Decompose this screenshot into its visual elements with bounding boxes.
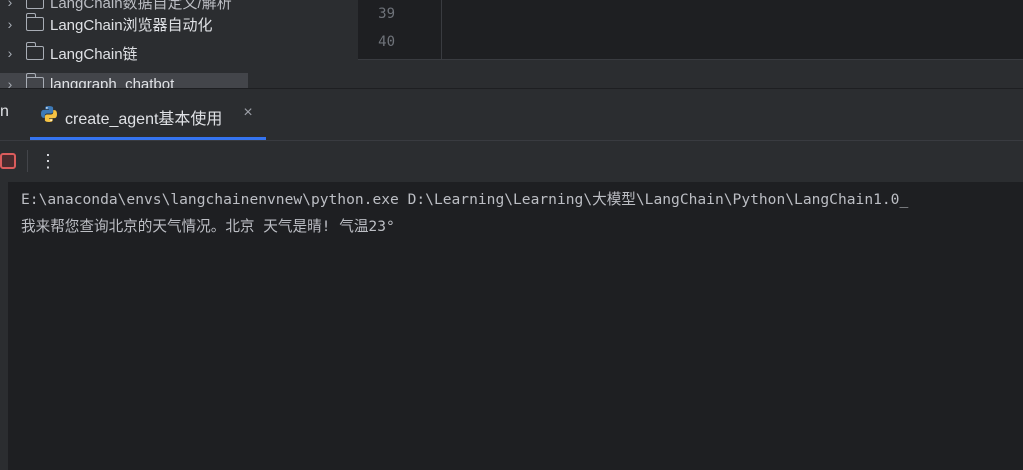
ide-window: › LangChain数据自定义/解析 › LangChain浏览器自动化 › …: [0, 0, 1023, 470]
folder-icon: [25, 73, 44, 88]
chevron-right-icon[interactable]: ›: [2, 45, 18, 61]
chevron-right-icon[interactable]: ›: [2, 16, 18, 32]
editor-status-strip: [358, 59, 1023, 88]
toolbar-divider: [27, 150, 28, 172]
top-area: › LangChain数据自定义/解析 › LangChain浏览器自动化 › …: [0, 0, 1023, 88]
code-editor[interactable]: 39 40: [358, 0, 1023, 60]
line-number: 40: [378, 34, 395, 50]
more-options-icon[interactable]: ⋮: [38, 148, 58, 174]
tab-previous-partial[interactable]: n: [0, 103, 9, 121]
console-gutter: [0, 182, 8, 470]
folder-icon: [25, 42, 44, 60]
tab-create-agent[interactable]: create_agent基本使用 ×: [30, 89, 266, 140]
stop-icon[interactable]: [0, 153, 16, 169]
tree-item-label: LangChain浏览器自动化: [50, 16, 213, 34]
chevron-right-icon[interactable]: ›: [2, 0, 18, 10]
tab-label: create_agent基本使用: [65, 111, 223, 128]
tree-item-browser-automation[interactable]: › LangChain浏览器自动化: [0, 10, 358, 38]
tree-item-langchain-chain[interactable]: › LangChain链: [0, 39, 358, 67]
folder-icon: [25, 13, 44, 31]
python-icon: [41, 106, 57, 122]
editor-gutter: 39 40: [358, 0, 442, 60]
close-icon[interactable]: ×: [240, 104, 256, 122]
tree-item-langgraph-chatbot[interactable]: › langgraph_chatbot: [0, 70, 358, 88]
console-line: E:\anaconda\envs\langchainenvnew\python.…: [21, 191, 909, 208]
run-tool-window-header: n create_agent基本使用 ×: [0, 88, 1023, 140]
line-number: 39: [378, 6, 395, 22]
console-line: 我来帮您查询北京的天气情况。北京 天气是晴! 气温23°: [21, 218, 395, 235]
folder-icon: [26, 0, 44, 9]
tree-item-label: langgraph_chatbot: [50, 75, 175, 89]
project-tree: › LangChain数据自定义/解析 › LangChain浏览器自动化 › …: [0, 0, 358, 88]
console-output[interactable]: E:\anaconda\envs\langchainenvnew\python.…: [0, 182, 1023, 470]
run-toolbar: ⋮: [0, 140, 1023, 182]
chevron-right-icon[interactable]: ›: [2, 76, 18, 88]
tree-item-label: LangChain链: [50, 45, 138, 63]
